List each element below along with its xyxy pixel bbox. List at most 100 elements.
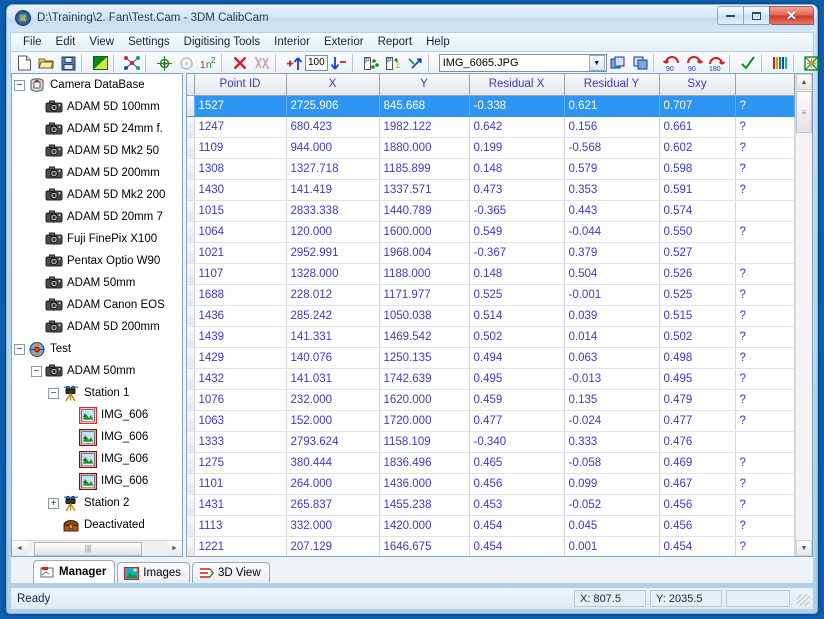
menu-report[interactable]: Report bbox=[371, 34, 420, 50]
table-cell[interactable]: 228.012 bbox=[286, 284, 380, 306]
table-cell[interactable]: 0.591 bbox=[659, 179, 736, 201]
table-cell[interactable] bbox=[735, 242, 795, 264]
table-cell[interactable]: 1185.899 bbox=[379, 158, 470, 180]
table-cell[interactable]: -0.568 bbox=[564, 137, 660, 159]
tree-item[interactable]: ADAM Canon EOS bbox=[12, 294, 182, 316]
table-cell[interactable]: ? bbox=[735, 95, 795, 117]
table-cell[interactable]: 1620.000 bbox=[379, 389, 470, 411]
menu-settings[interactable]: Settings bbox=[121, 34, 177, 50]
table-cell[interactable]: 1469.542 bbox=[379, 326, 470, 348]
table-cell[interactable]: 0.579 bbox=[564, 158, 660, 180]
table-cell[interactable]: -0.340 bbox=[469, 431, 565, 453]
table-cell[interactable]: 0.514 bbox=[469, 305, 565, 327]
table-cell[interactable]: ? bbox=[735, 305, 795, 327]
table-row[interactable]: 1076 232.000 1620.000 0.459 0.135 0.479? bbox=[187, 389, 795, 411]
table-cell[interactable]: 1600.000 bbox=[379, 221, 470, 243]
table-cell[interactable]: 1431 bbox=[194, 494, 287, 516]
tree-hscroll-thumb[interactable]: ||| bbox=[34, 541, 142, 556]
tree-item[interactable]: IMG_606 bbox=[12, 448, 182, 470]
row-selector[interactable] bbox=[187, 326, 195, 348]
table-cell[interactable]: 680.423 bbox=[286, 116, 380, 138]
table-cell[interactable]: 944.000 bbox=[286, 137, 380, 159]
row-selector[interactable] bbox=[187, 452, 195, 474]
table-cell[interactable]: 332.000 bbox=[286, 515, 380, 537]
table-cell[interactable]: -0.367 bbox=[469, 242, 565, 264]
table-row[interactable]: 1113 332.000 1420.000 0.454 0.045 0.456? bbox=[187, 515, 795, 537]
table-cell[interactable]: 0.465 bbox=[469, 452, 565, 474]
target-center-button[interactable] bbox=[153, 53, 175, 74]
table-cell[interactable] bbox=[735, 431, 795, 453]
table-cell[interactable]: 152.000 bbox=[286, 410, 380, 432]
menu-view[interactable]: View bbox=[82, 34, 121, 50]
target-grid-plus-button[interactable] bbox=[801, 53, 823, 74]
table-cell[interactable]: 1113 bbox=[194, 515, 287, 537]
col-extra[interactable] bbox=[735, 74, 795, 96]
table-cell[interactable]: 141.331 bbox=[286, 326, 380, 348]
table-cell[interactable]: ? bbox=[735, 179, 795, 201]
table-row[interactable]: 1101 264.000 1436.000 0.456 0.099 0.467? bbox=[187, 473, 795, 495]
table-cell[interactable]: 1064 bbox=[194, 221, 287, 243]
table-cell[interactable]: 0.476 bbox=[659, 431, 736, 453]
table-cell[interactable]: 1327.718 bbox=[286, 158, 380, 180]
new-document-button[interactable] bbox=[13, 53, 35, 74]
table-cell[interactable]: 0.504 bbox=[564, 263, 660, 285]
table-row[interactable]: 1688 228.012 1171.977 0.525 -0.001 0.525? bbox=[187, 284, 795, 306]
table-cell[interactable]: 0.454 bbox=[659, 536, 736, 556]
tree-item[interactable]: ADAM 50mm bbox=[12, 272, 182, 294]
tree-item[interactable]: IMG_606 bbox=[12, 426, 182, 448]
table-cell[interactable]: 1455.238 bbox=[379, 494, 470, 516]
row-selector[interactable] bbox=[187, 536, 195, 556]
table-cell[interactable]: -0.338 bbox=[469, 95, 565, 117]
table-cell[interactable]: 1436.000 bbox=[379, 473, 470, 495]
table-cell[interactable]: 0.333 bbox=[564, 431, 660, 453]
table-row[interactable]: 1430 141.419 1337.571 0.473 0.353 0.591? bbox=[187, 179, 795, 201]
table-cell[interactable]: 1063 bbox=[194, 410, 287, 432]
table-cell[interactable]: ? bbox=[735, 284, 795, 306]
image-select-combo[interactable]: IMG_6065.JPG ▼ bbox=[438, 54, 607, 72]
table-cell[interactable]: 1021 bbox=[194, 242, 287, 264]
col-residual-y[interactable]: Residual Y bbox=[564, 74, 660, 96]
table-cell[interactable]: 0.495 bbox=[469, 368, 565, 390]
table-cell[interactable]: 141.031 bbox=[286, 368, 380, 390]
table-cell[interactable]: 264.000 bbox=[286, 473, 380, 495]
table-cell[interactable]: ? bbox=[735, 221, 795, 243]
row-selector[interactable] bbox=[187, 410, 195, 432]
table-cell[interactable]: 1439 bbox=[194, 326, 287, 348]
table-cell[interactable]: 0.527 bbox=[659, 242, 736, 264]
minimize-button[interactable] bbox=[717, 6, 744, 25]
table-cell[interactable]: 0.443 bbox=[564, 200, 660, 222]
table-cell[interactable]: 1440.789 bbox=[379, 200, 470, 222]
table-cell[interactable]: 0.063 bbox=[564, 347, 660, 369]
tree-item[interactable]: Deactivated bbox=[12, 514, 182, 536]
tree-item[interactable]: ADAM 5D 200mm bbox=[12, 316, 182, 338]
table-row[interactable]: 1431 265.837 1455.238 0.453 -0.052 0.456? bbox=[187, 494, 795, 516]
tree-item[interactable]: Fuji FinePix X100 bbox=[12, 228, 182, 250]
check-green-button[interactable] bbox=[737, 53, 759, 74]
table-cell[interactable]: 0.379 bbox=[564, 242, 660, 264]
table-cell[interactable]: 0.550 bbox=[659, 221, 736, 243]
green-image-button[interactable] bbox=[89, 53, 111, 74]
table-cell[interactable]: 0.199 bbox=[469, 137, 565, 159]
table-row[interactable]: 1109 944.000 1880.000 0.199 -0.568 0.602? bbox=[187, 137, 795, 159]
table-cell[interactable]: 0.526 bbox=[659, 263, 736, 285]
scroll-down-icon[interactable]: ▼ bbox=[796, 540, 812, 556]
tab-images[interactable]: Images bbox=[117, 562, 191, 583]
table-row[interactable]: 1436 285.242 1050.038 0.514 0.039 0.515? bbox=[187, 305, 795, 327]
table-cell[interactable]: 1188.000 bbox=[379, 263, 470, 285]
table-cell[interactable]: 0.454 bbox=[469, 515, 565, 537]
table-cell[interactable]: 1968.004 bbox=[379, 242, 470, 264]
table-cell[interactable]: 1015 bbox=[194, 200, 287, 222]
table-cell[interactable]: ? bbox=[735, 347, 795, 369]
tree-item[interactable]: ADAM 5D Mk2 50 bbox=[12, 140, 182, 162]
table-cell[interactable]: 1337.571 bbox=[379, 179, 470, 201]
table-cell[interactable]: 0.001 bbox=[564, 536, 660, 556]
table-cell[interactable]: 1430 bbox=[194, 179, 287, 201]
table-cell[interactable]: 0.495 bbox=[659, 368, 736, 390]
tree-item[interactable]: ADAM 5D 100mm bbox=[12, 96, 182, 118]
table-cell[interactable]: ? bbox=[735, 473, 795, 495]
table-cell[interactable]: 1328.000 bbox=[286, 263, 380, 285]
table-cell[interactable]: 0.456 bbox=[659, 494, 736, 516]
table-row[interactable]: 1064 120.000 1600.000 0.549 -0.044 0.550? bbox=[187, 221, 795, 243]
table-row[interactable]: 1107 1328.000 1188.000 0.148 0.504 0.526? bbox=[187, 263, 795, 285]
tree-item[interactable]: + Station 2 bbox=[12, 492, 182, 514]
